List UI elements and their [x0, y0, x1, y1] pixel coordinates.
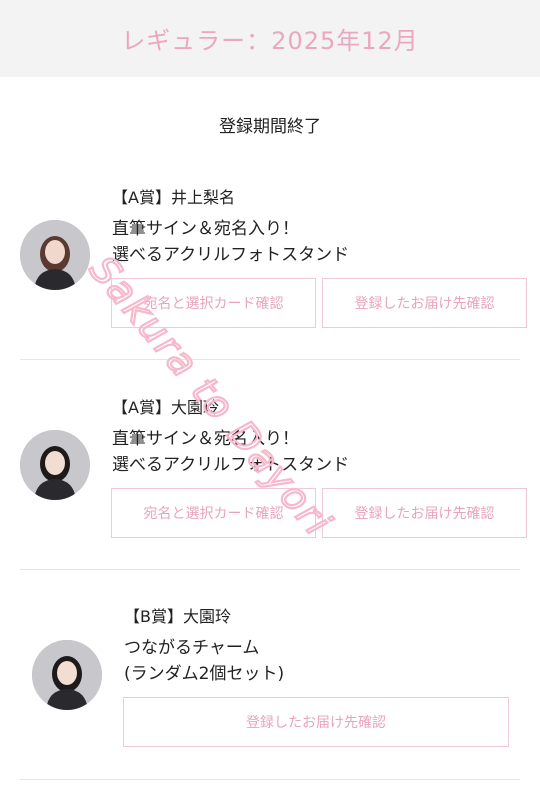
prize-desc-line2: 選べるアクリルフォトスタンド: [112, 455, 350, 475]
page-title: レギュラー：2025年12月: [121, 27, 419, 55]
avatar: [20, 220, 90, 290]
view-delivery-address-button[interactable]: 登録したお届け先確認: [123, 697, 509, 747]
prize-desc-line1: 直筆サイン＆宛名入り！: [112, 429, 299, 449]
view-name-card-button[interactable]: 宛名と選択カード確認: [111, 488, 316, 538]
registration-status: 登録期間終了: [219, 117, 321, 137]
avatar: [32, 640, 102, 710]
prize-title: 【A賞】井上梨名: [112, 188, 235, 207]
prize-title: 【A賞】大園玲: [112, 398, 219, 417]
view-delivery-address-button[interactable]: 登録したお届け先確認: [322, 278, 527, 328]
divider: [20, 779, 520, 780]
divider: [20, 569, 520, 570]
page: レギュラー：2025年12月 登録期間終了 【A賞】井上梨名 直筆サイン＆宛名入…: [0, 0, 540, 791]
prize-desc-line2: 選べるアクリルフォトスタンド: [112, 245, 350, 265]
divider: [20, 359, 520, 360]
view-delivery-address-button[interactable]: 登録したお届け先確認: [322, 488, 527, 538]
prize-desc-line1: つながるチャーム: [124, 638, 260, 658]
view-name-card-button[interactable]: 宛名と選択カード確認: [111, 278, 316, 328]
avatar: [20, 430, 90, 500]
page-header: レギュラー：2025年12月: [0, 0, 540, 77]
prize-desc-line2: (ランダム2個セット): [124, 664, 285, 684]
prize-title: 【B賞】大園玲: [124, 607, 231, 626]
prize-desc-line1: 直筆サイン＆宛名入り！: [112, 219, 299, 239]
